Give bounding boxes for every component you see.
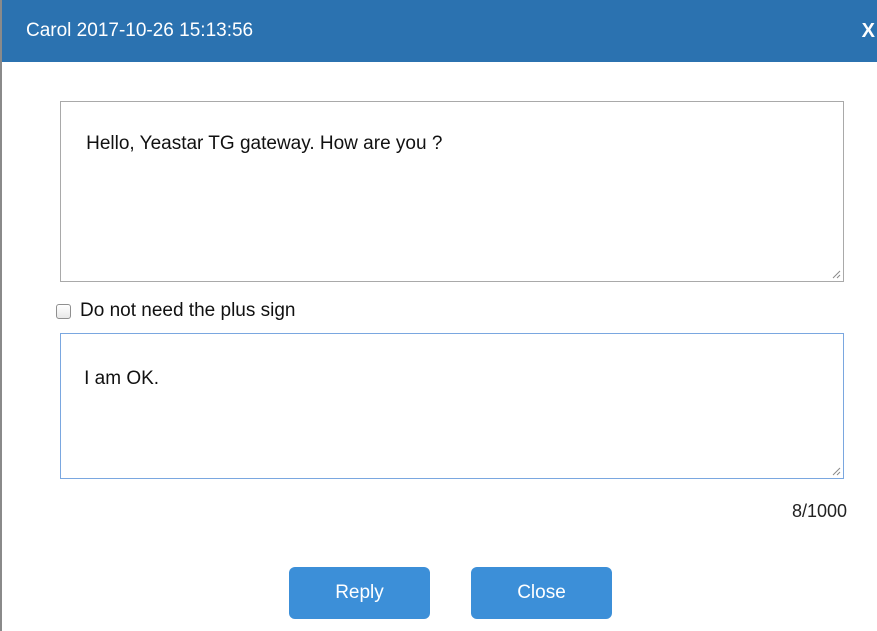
plus-sign-checkbox[interactable]	[56, 303, 71, 319]
dialog-titlebar: Carol 2017-10-26 15:13:56 X	[2, 0, 877, 62]
sms-dialog: Carol 2017-10-26 15:13:56 X Hello, Yeast…	[0, 0, 877, 631]
received-message-text: Hello, Yeastar TG gateway. How are you ?	[86, 133, 443, 154]
plus-sign-label[interactable]: Do not need the plus sign	[80, 299, 296, 323]
reply-button[interactable]: Reply	[289, 567, 430, 619]
close-x-button[interactable]: X	[862, 19, 875, 43]
resize-grip-icon[interactable]	[831, 269, 841, 279]
dialog-title: Carol 2017-10-26 15:13:56	[26, 20, 254, 41]
received-message-textarea[interactable]: Hello, Yeastar TG gateway. How are you ?	[60, 101, 844, 282]
close-button[interactable]: Close	[471, 567, 612, 619]
character-counter: 8/1000	[791, 501, 847, 521]
reply-textarea[interactable]: I am OK.	[60, 333, 844, 479]
plus-sign-option: Do not need the plus sign	[56, 299, 296, 323]
resize-grip-icon[interactable]	[831, 466, 841, 476]
reply-text: I am OK.	[84, 368, 160, 389]
